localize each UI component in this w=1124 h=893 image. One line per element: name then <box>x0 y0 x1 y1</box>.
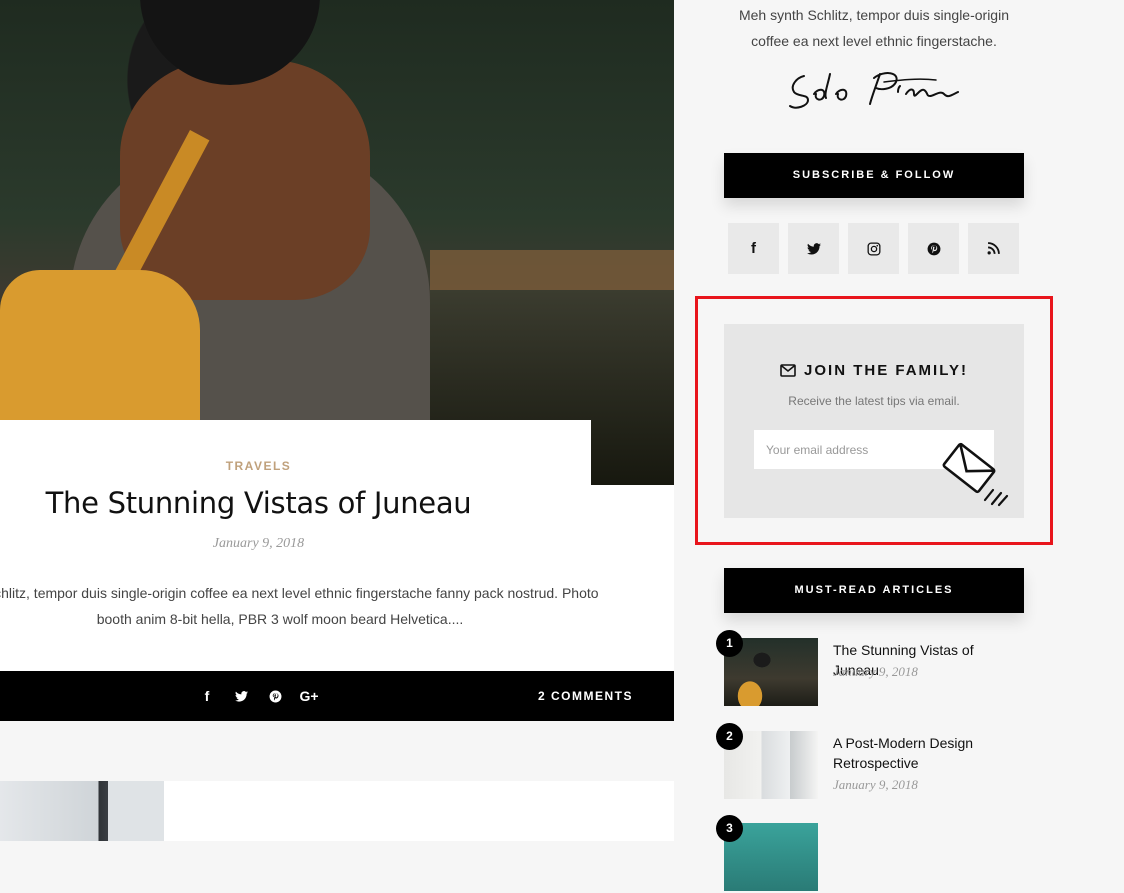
article-title-link[interactable]: A Post-Modern Design Retrospective <box>833 733 1023 773</box>
next-post-thumbnail[interactable] <box>0 781 164 841</box>
newsletter-subtitle: Receive the latest tips via email. <box>788 394 960 408</box>
must-read-item[interactable]: 1 The Stunning Vistas of Juneau January … <box>716 630 1024 708</box>
article-number-badge: 3 <box>716 815 743 842</box>
instagram-button[interactable] <box>848 223 899 274</box>
post-category-link[interactable]: TRAVELS <box>0 459 517 473</box>
newsletter-widget: JOIN THE FAMILY! Receive the latest tips… <box>724 324 1024 518</box>
newsletter-title: JOIN THE FAMILY! <box>724 362 1024 379</box>
envelope-icon <box>780 364 796 377</box>
twitter-button[interactable] <box>788 223 839 274</box>
google-plus-icon[interactable]: G+ <box>292 671 326 721</box>
rss-button[interactable] <box>968 223 1019 274</box>
twitter-icon[interactable] <box>224 671 258 721</box>
post-date: January 9, 2018 <box>212 536 305 551</box>
article-date: January 9, 2018 <box>833 777 918 792</box>
pinterest-button[interactable] <box>908 223 959 274</box>
featured-post-image[interactable] <box>0 0 674 485</box>
facebook-icon[interactable]: f <box>190 671 224 721</box>
hero-shore <box>430 250 674 295</box>
hero-hair <box>120 60 370 300</box>
post-footer-bar: f G+ 2 COMMENTS <box>0 671 674 721</box>
post-title-link[interactable]: The Stunning Vistas of Juneau <box>0 486 517 520</box>
send-envelope-icon[interactable] <box>939 442 1017 510</box>
newsletter-title-text: JOIN THE FAMILY! <box>804 362 968 379</box>
signature-image <box>789 72 959 109</box>
article-number-badge: 2 <box>716 723 743 750</box>
share-icons: f G+ <box>190 671 326 721</box>
pinterest-icon[interactable] <box>258 671 292 721</box>
subscribe-follow-heading: SUBSCRIBE & FOLLOW <box>724 153 1024 198</box>
about-text: Meh synth Schlitz, tempor duis single-or… <box>738 7 1009 49</box>
facebook-button[interactable]: f <box>728 223 779 274</box>
instagram-icon <box>867 242 880 255</box>
post-excerpt: nth Schlitz, tempor duis single-origin c… <box>0 585 599 627</box>
must-read-item[interactable]: 2 A Post-Modern Design Retrospective Jan… <box>716 723 1024 801</box>
rss-icon <box>987 242 1000 255</box>
comments-link[interactable]: 2 COMMENTS <box>538 671 633 721</box>
must-read-item[interactable]: 3 <box>716 815 1024 893</box>
facebook-icon: f <box>751 240 756 257</box>
article-date: January 9, 2018 <box>833 664 918 679</box>
post-card-header <box>0 420 591 485</box>
article-number-badge: 1 <box>716 630 743 657</box>
must-read-heading: MUST-READ ARTICLES <box>724 568 1024 613</box>
twitter-icon <box>806 242 821 254</box>
social-links: f <box>728 223 1019 274</box>
pinterest-icon <box>927 242 940 255</box>
